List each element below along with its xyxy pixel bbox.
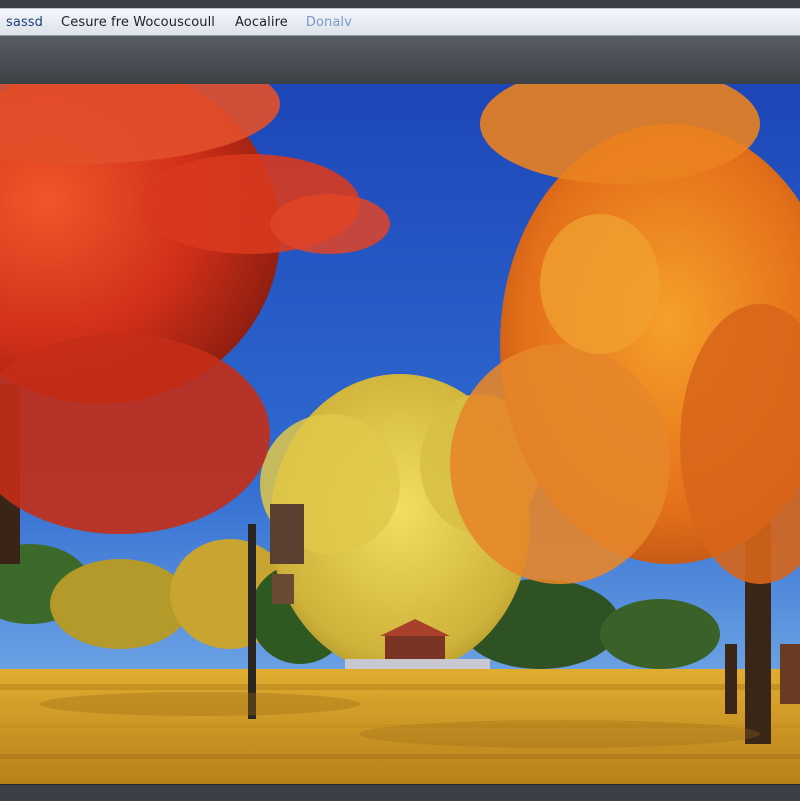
autumn-park-photo: [0, 84, 800, 784]
app-window: sassd Cesure fre Wocouscoull Aocalire Do…: [0, 0, 800, 801]
menu-bar: sassd Cesure fre Wocouscoull Aocalire Do…: [0, 8, 800, 36]
menu-item-1[interactable]: sassd: [0, 15, 49, 30]
image-viewer[interactable]: [0, 84, 800, 784]
status-bar: [0, 784, 800, 801]
toolbar-area: [0, 36, 800, 85]
menu-item-3[interactable]: Aocalire: [229, 15, 294, 30]
menu-item-2[interactable]: Cesure fre Wocouscoull: [55, 15, 221, 30]
menu-item-4[interactable]: Donalv: [300, 15, 358, 30]
window-top-edge: [0, 0, 800, 8]
